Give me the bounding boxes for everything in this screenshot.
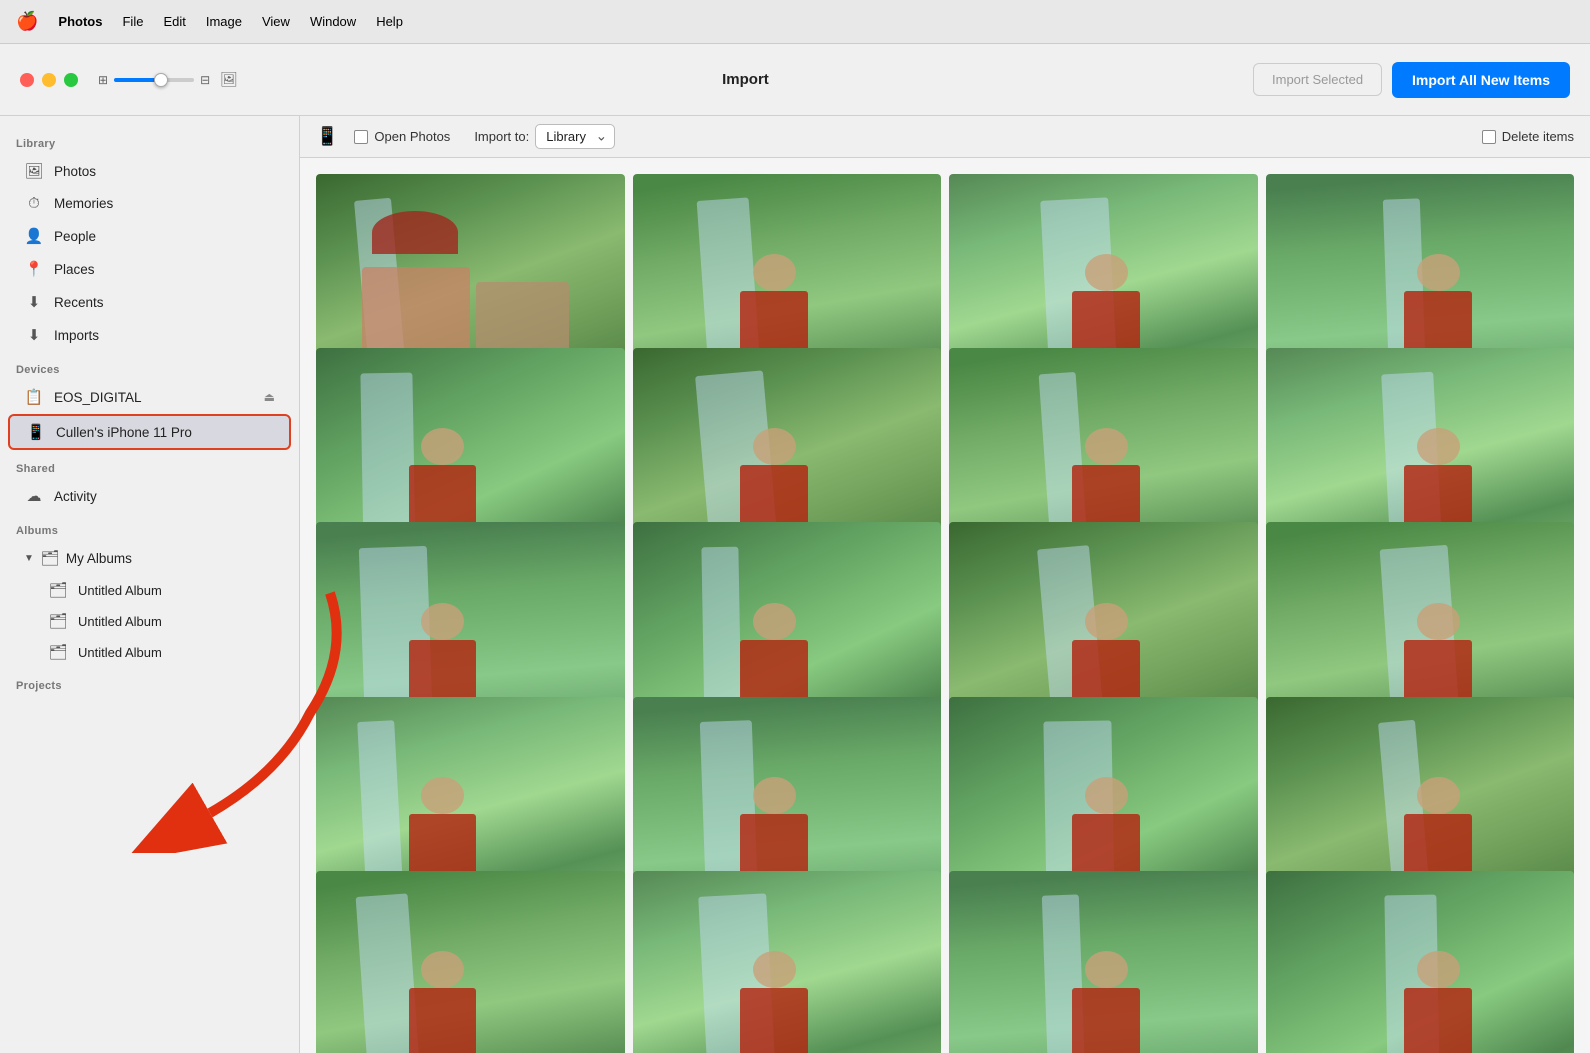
sidebar-label-iphone: Cullen's iPhone 11 Pro [56,425,192,440]
album-icon-1: 🗂 [48,581,68,599]
sidebar-item-memories[interactable]: ⏱ Memories [8,188,291,219]
sidebar-label-untitled-1: Untitled Album [78,583,162,598]
sidebar-item-untitled-1[interactable]: 🗂 Untitled Album [8,575,291,605]
sidebar-label-my-albums: My Albums [66,551,132,566]
shared-section-header: Shared [0,451,299,479]
delete-items-label: Delete items [1502,129,1574,144]
memories-icon: ⏱ [24,195,44,212]
menu-photos[interactable]: Photos [58,14,102,29]
photos-view-icon: 🖼 [220,71,238,88]
triangle-icon: ▼ [24,553,34,564]
recents-icon: ⬇ [24,293,44,311]
zoom-slider-area: ⊞ ⊟ 🖼 [98,71,238,88]
sidebar-item-photos[interactable]: 🖼 Photos [8,155,291,187]
sidebar-label-untitled-2: Untitled Album [78,614,162,629]
maximize-button[interactable] [64,73,78,87]
grid-small-icon: ⊞ [98,73,108,87]
sidebar-item-places[interactable]: 📍 Places [8,253,291,285]
delete-items-area: Delete items [1482,129,1574,144]
iphone-icon: 📱 [26,423,46,441]
sidebar-label-activity: Activity [54,489,97,504]
people-icon: 👤 [24,227,44,245]
library-select-wrapper: Library [535,124,615,149]
sidebar-label-imports: Imports [54,328,99,343]
devices-section-header: Devices [0,352,299,380]
open-photos-checkbox[interactable] [354,130,368,144]
close-button[interactable] [20,73,34,87]
sidebar: Library 🖼 Photos ⏱ Memories 👤 People 📍 P… [0,116,300,1053]
sidebar-label-photos: Photos [54,164,96,179]
titlebar: ⊞ ⊟ 🖼 Import Import Selected Import All … [0,44,1590,116]
sidebar-item-cullens-iphone[interactable]: 📱 Cullen's iPhone 11 Pro [8,414,291,450]
imports-icon: ⬇ [24,326,44,344]
menu-image[interactable]: Image [206,14,242,29]
window-controls [20,73,78,87]
grid-large-icon: ⊟ [200,73,210,87]
library-select[interactable]: Library [535,124,615,149]
sidebar-label-places: Places [54,262,95,277]
sidebar-item-untitled-2[interactable]: 🗂 Untitled Album [8,606,291,636]
menubar: 🍎 Photos File Edit Image View Window Hel… [0,0,1590,44]
album-icon-3: 🗂 [48,643,68,661]
menu-help[interactable]: Help [376,14,403,29]
photo-cell[interactable] [633,871,942,1053]
sidebar-label-people: People [54,229,96,244]
photo-cell[interactable] [949,871,1258,1053]
eject-icon[interactable]: ⏏ [264,390,275,404]
main-layout: Library 🖼 Photos ⏱ Memories 👤 People 📍 P… [0,116,1590,1053]
sidebar-item-recents[interactable]: ⬇ Recents [8,286,291,318]
menu-file[interactable]: File [122,14,143,29]
sidebar-item-activity[interactable]: ☁ Activity [8,480,291,512]
sidebar-item-untitled-3[interactable]: 🗂 Untitled Album [8,637,291,667]
zoom-slider[interactable] [114,78,194,82]
photo-cell[interactable] [316,871,625,1053]
photos-icon: 🖼 [24,162,44,180]
titlebar-actions: Import Selected Import All New Items [1253,62,1570,98]
delete-items-checkbox[interactable] [1482,130,1496,144]
device-icon: 📱 [316,126,338,147]
content-toolbar: 📱 Open Photos Import to: Library Delete … [300,116,1590,158]
folder-icon: 🗂 [40,549,60,567]
menu-edit[interactable]: Edit [163,14,185,29]
open-photos-area: Open Photos [354,129,450,144]
sidebar-item-people[interactable]: 👤 People [8,220,291,252]
titlebar-title: Import [238,71,1253,88]
menu-view[interactable]: View [262,14,290,29]
apple-menu-icon[interactable]: 🍎 [16,11,38,32]
activity-icon: ☁ [24,487,44,505]
projects-section-header: Projects [0,668,299,696]
import-selected-button[interactable]: Import Selected [1253,63,1382,96]
album-icon-2: 🗂 [48,612,68,630]
albums-section-header: Albums [0,513,299,541]
open-photos-label: Open Photos [374,129,450,144]
import-to-area: Import to: Library [474,124,615,149]
library-section-header: Library [0,126,299,154]
photo-cell[interactable] [1266,871,1575,1053]
minimize-button[interactable] [42,73,56,87]
sidebar-item-eos-digital[interactable]: 📋 EOS_DIGITAL ⏏ [8,381,291,413]
menu-window[interactable]: Window [310,14,356,29]
sidebar-item-my-albums[interactable]: ▼ 🗂 My Albums [8,542,291,574]
sidebar-label-recents: Recents [54,295,104,310]
sidebar-label-untitled-3: Untitled Album [78,645,162,660]
sidebar-item-imports[interactable]: ⬇ Imports [8,319,291,351]
places-icon: 📍 [24,260,44,278]
eos-icon: 📋 [24,388,44,406]
photo-grid [300,158,1590,1053]
import-to-label: Import to: [474,129,529,144]
content-area: 📱 Open Photos Import to: Library Delete … [300,116,1590,1053]
sidebar-label-eos: EOS_DIGITAL [54,390,142,405]
import-all-button[interactable]: Import All New Items [1392,62,1570,98]
sidebar-label-memories: Memories [54,196,113,211]
